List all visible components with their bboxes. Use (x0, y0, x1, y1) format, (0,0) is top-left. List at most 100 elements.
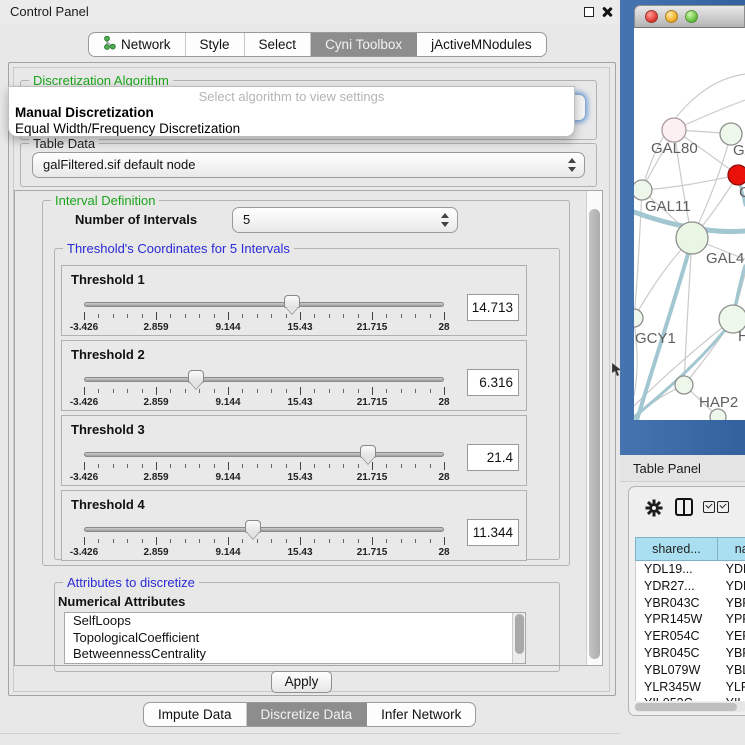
threshold-slider[interactable]: -3.4262.8599.14415.4321.71528 (84, 444, 444, 484)
algorithm-dropdown-popup: Select algorithm to view settings Manual… (8, 86, 575, 137)
table-cell[interactable]: YBR045C (636, 645, 719, 662)
tab-infer-network[interactable]: Infer Network (367, 703, 475, 726)
zoom-window-button[interactable] (685, 10, 698, 23)
column-header-shared-name[interactable]: shared... (635, 537, 718, 561)
table-cell[interactable]: YBL0 (719, 662, 745, 679)
table-panel: shared... na YDL19...YDL1YDR27...YDR2YBR… (628, 486, 745, 716)
tab-network[interactable]: Network (89, 33, 186, 56)
node-hap2[interactable] (675, 376, 693, 394)
table-cell[interactable]: YDL19... (636, 561, 719, 578)
table-cell[interactable]: YDR27... (636, 578, 719, 595)
slider-track[interactable] (84, 377, 444, 382)
table-data-combobox[interactable]: galFiltered.sif default node (32, 152, 585, 178)
threshold-slider[interactable]: -3.4262.8599.14415.4321.71528 (84, 369, 444, 409)
slider-ticks (84, 462, 444, 470)
num-intervals-combobox[interactable]: 5 (232, 207, 458, 233)
table-cell[interactable]: YBR043C (636, 595, 719, 612)
table-cell[interactable]: YIL0 (719, 695, 745, 701)
float-window-icon[interactable] (584, 7, 594, 17)
table-row[interactable]: YER054CYER0 (636, 628, 745, 645)
apply-button[interactable]: Apply (271, 671, 332, 693)
tab-cyni-toolbox[interactable]: Cyni Toolbox (311, 33, 417, 56)
threshold-value-box[interactable]: 6.316 (467, 369, 519, 396)
threshold-value-box[interactable]: 11.344 (467, 519, 519, 546)
tab-label: Style (200, 37, 230, 52)
stepper-arrows-icon (567, 158, 576, 172)
node-gal80[interactable] (662, 118, 686, 142)
table-cell[interactable]: YER054C (636, 628, 719, 645)
table-row[interactable]: YBL079WYBL0 (636, 662, 745, 679)
table-row[interactable]: YIL052CYIL0 (636, 695, 745, 701)
table-cell[interactable]: YDL1 (719, 561, 745, 578)
algorithm-option-equal-width[interactable]: Equal Width/Frequency Discretization (15, 121, 240, 136)
table-cell[interactable]: YLR3 (719, 679, 745, 696)
slider-track[interactable] (84, 527, 444, 532)
select-none-checkbox-icon[interactable] (717, 501, 729, 513)
table-cell[interactable]: YBL079W (636, 662, 719, 679)
tab-label: Network (121, 37, 171, 52)
table-horizontal-scrollbar[interactable] (634, 702, 745, 712)
table-cell[interactable]: YBR0 (719, 645, 745, 662)
node-red-selected[interactable] (728, 165, 745, 185)
scrollbar-thumb[interactable] (635, 703, 737, 711)
attribute-item[interactable]: TopologicalCoefficient (65, 630, 525, 647)
threshold-slider[interactable]: -3.4262.8599.14415.4321.71528 (84, 519, 444, 559)
close-window-button[interactable] (645, 10, 658, 23)
tab-select[interactable]: Select (245, 33, 312, 56)
slider-thumb[interactable] (284, 295, 300, 308)
stepper-arrows-icon (440, 213, 449, 227)
table-cell[interactable]: YBR0 (719, 595, 745, 612)
table-cell[interactable]: YIL052C (636, 695, 719, 701)
node-gal11[interactable] (634, 180, 652, 200)
scrollbar-thumb[interactable] (589, 209, 600, 659)
columns-icon[interactable] (675, 498, 693, 516)
node-gcy1[interactable] (634, 309, 643, 327)
table-cell[interactable]: YLR345W (636, 679, 719, 696)
threshold-value-box[interactable]: 14.713 (467, 294, 519, 321)
top-tab-bar: Network Style Select Cyni Toolbox jActiv… (88, 32, 547, 57)
gear-icon[interactable] (645, 499, 663, 522)
table-cell[interactable]: YDR2 (719, 578, 745, 595)
threshold-panel-3: Threshold 3 -3.4262.8599.14415.4321.7152… (61, 415, 527, 486)
scrollbar-thumb[interactable] (515, 614, 524, 654)
slider-thumb[interactable] (360, 445, 376, 458)
tab-jactivemnodules[interactable]: jActiveMNodules (417, 33, 546, 56)
table-cell[interactable]: YER0 (719, 628, 745, 645)
minimize-window-button[interactable] (665, 10, 678, 23)
close-icon[interactable] (601, 6, 613, 18)
node-gal4[interactable] (676, 222, 708, 254)
table-row[interactable]: YDL19...YDL1 (636, 561, 745, 578)
column-header-name[interactable]: na (718, 537, 745, 561)
threshold-slider[interactable]: -3.4262.8599.14415.4321.71528 (84, 294, 444, 334)
node-table: shared... na YDL19...YDL1YDR27...YDR2YBR… (635, 537, 745, 701)
attribute-item[interactable]: SelfLoops (65, 613, 525, 630)
select-all-checkbox-icon[interactable] (703, 501, 715, 513)
attribute-item[interactable]: BetweennessCentrality (65, 646, 525, 663)
algorithm-placeholder-option[interactable]: Select algorithm to view settings (9, 89, 574, 104)
attributes-scrollbar[interactable] (512, 613, 525, 663)
table-row[interactable]: YBR045CYBR0 (636, 645, 745, 662)
table-cell[interactable]: YPR1 (719, 611, 745, 628)
numerical-attributes-list[interactable]: SelfLoopsTopologicalCoefficientBetweenne… (64, 612, 526, 664)
table-row[interactable]: YLR345WYLR3 (636, 679, 745, 696)
tab-style[interactable]: Style (186, 33, 245, 56)
table-row[interactable]: YDR27...YDR2 (636, 578, 745, 595)
slider-track[interactable] (84, 452, 444, 457)
slider-thumb[interactable] (188, 370, 204, 383)
node-label: GAL4 (706, 250, 744, 267)
panel-scrollbar[interactable] (586, 191, 602, 665)
slider-thumb[interactable] (245, 520, 261, 533)
table-row[interactable]: YBR043CYBR0 (636, 595, 745, 612)
node-label: GA (733, 142, 745, 159)
slider-track[interactable] (84, 302, 444, 307)
control-panel-header: Control Panel (0, 0, 620, 24)
slider-ticklabels: -3.4262.8599.14415.4321.71528 (84, 397, 444, 409)
tab-impute-data[interactable]: Impute Data (144, 703, 247, 726)
network-canvas[interactable]: GAL80 GA C GAL11 GAL4 GCY1 H HAP2 (634, 28, 745, 420)
algorithm-option-manual[interactable]: Manual Discretization (15, 105, 154, 120)
num-intervals-label: Number of Intervals (75, 212, 197, 227)
tab-discretize-data[interactable]: Discretize Data (247, 703, 368, 726)
table-cell[interactable]: YPR145W (636, 611, 719, 628)
table-row[interactable]: YPR145WYPR1 (636, 611, 745, 628)
threshold-value-box[interactable]: 21.4 (467, 444, 519, 471)
